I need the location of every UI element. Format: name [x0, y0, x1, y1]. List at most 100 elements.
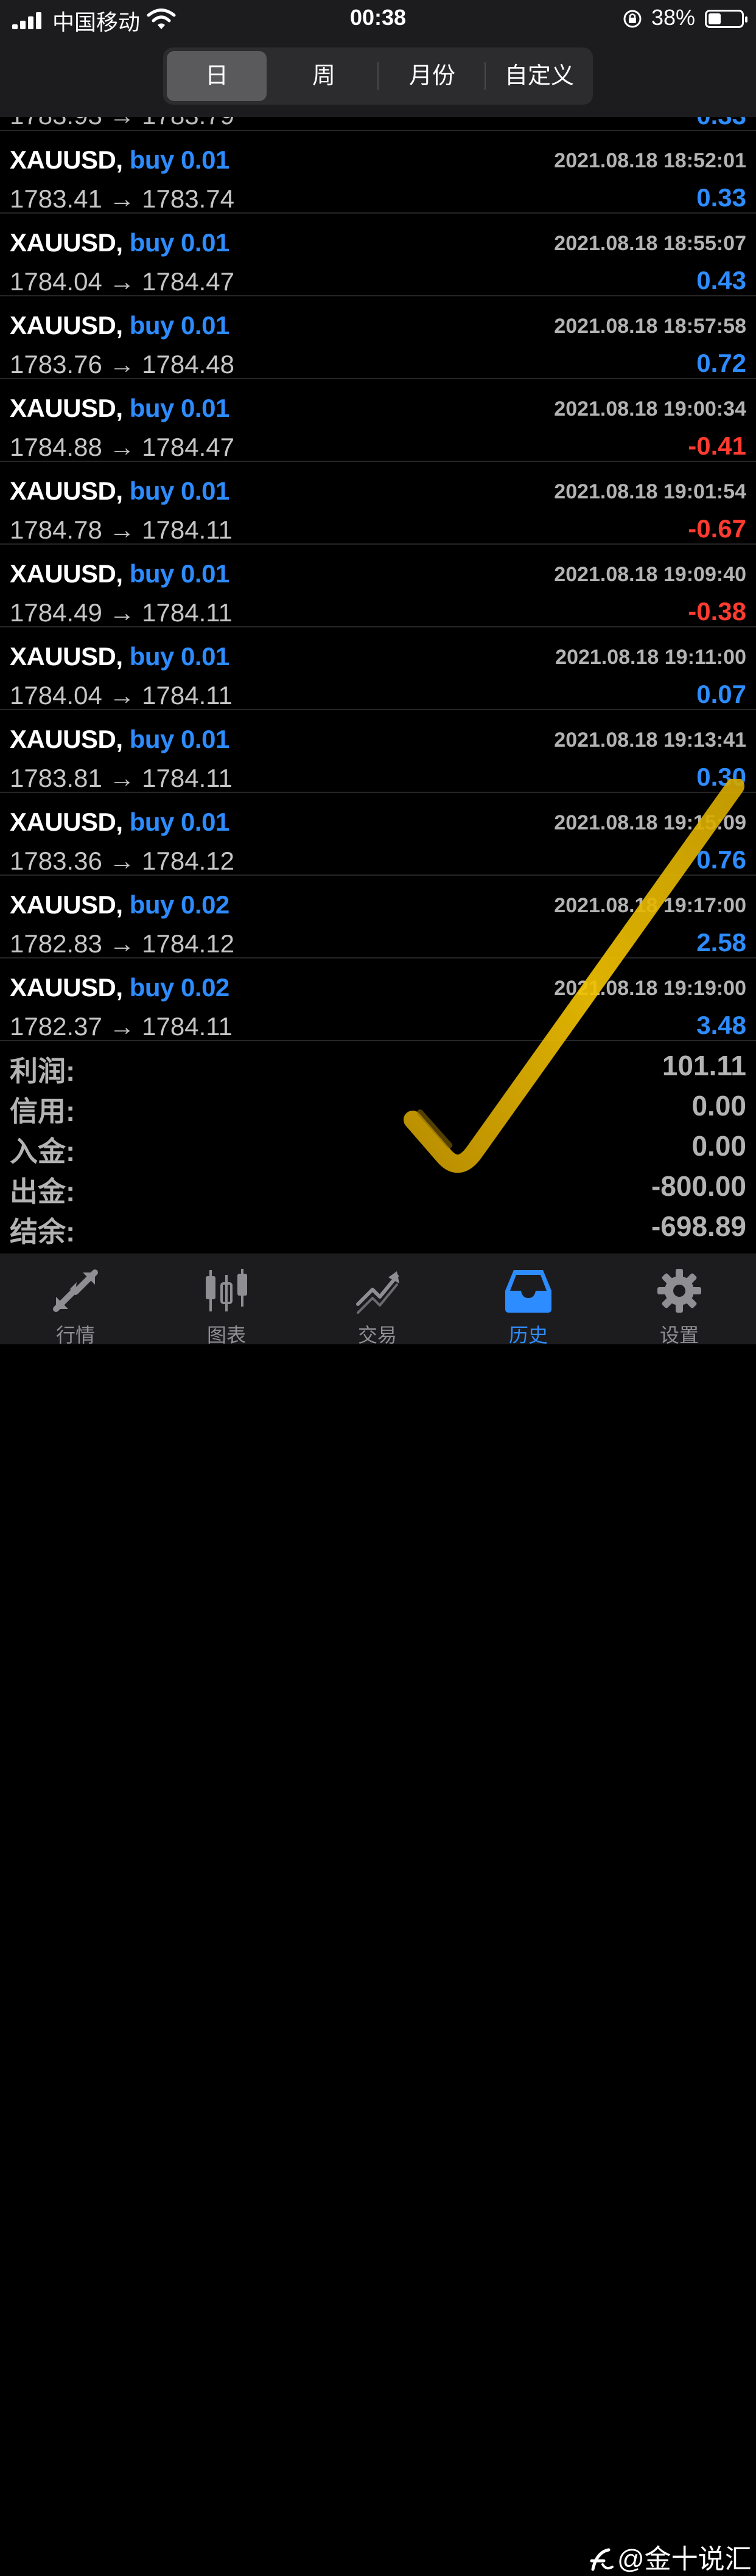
summary-value: -800.00 [651, 1170, 746, 1202]
summary-value: 0.00 [691, 1130, 746, 1162]
trade-side-volume: buy 0.02 [129, 973, 230, 1002]
trade-prices: 1784.88 → 1784.47 [10, 433, 234, 461]
symbol-name: XAUUSD, [10, 725, 123, 753]
trade-symbol: XAUUSD, buy 0.01 [10, 394, 229, 423]
trade-profit: 0.33 [696, 183, 746, 212]
segment-day[interactable]: 日 [167, 51, 267, 101]
trade-profit: 0.76 [696, 845, 746, 874]
tab-trade[interactable]: 交易 [302, 1254, 453, 1346]
table-row[interactable]: XAUUSD, buy 0.02 2021.08.18 19:17:00 1782.… [0, 876, 756, 958]
table-row[interactable]: XAUUSD, buy 0.01 2021.08.18 19:01:54 1784.… [0, 462, 756, 545]
summary-value: 101.11 [662, 1050, 746, 1081]
table-row[interactable]: XAUUSD, buy 0.01 2021.08.18 19:11:00 1784.… [0, 627, 756, 710]
table-row[interactable]: XAUUSD, buy 0.01 2021.08.18 18:55:07 1784.… [0, 214, 756, 296]
summary-label: 结余: [10, 1216, 75, 1248]
tab-settings[interactable]: 设置 [604, 1254, 755, 1346]
trade-profit: 2.58 [696, 928, 746, 957]
trade-prices: 1784.04 → 1784.47 [10, 267, 234, 296]
symbol-name: XAUUSD, [10, 145, 123, 174]
watermark: @金十说汇 [588, 2537, 752, 2576]
tab-quotes[interactable]: 行情 [0, 1254, 151, 1346]
summary-row: 结余: -698.89 [0, 1205, 756, 1248]
period-segmented-control: 日 周 月份 自定义 [163, 47, 593, 105]
trade-prices: 1783.41 → 1783.74 [10, 184, 234, 213]
trade-symbol: XAUUSD, buy 0.02 [10, 890, 229, 920]
trade-side-volume: buy 0.01 [129, 228, 230, 257]
table-row[interactable]: XAUUSD, buy 0.01 2021.08.18 19:09:40 1784.… [0, 545, 756, 627]
trade-side-volume: buy 0.01 [129, 725, 230, 753]
table-row[interactable]: XAUUSD, buy 0.01 2021.08.18 19:13:41 1783.… [0, 710, 756, 793]
summary-row: 入金: 0.00 [0, 1125, 756, 1167]
trade-prices: 1783.81 → 1784.11 [10, 764, 233, 792]
table-row[interactable]: XAUUSD, buy 0.01 2021.08.18 18:52:01 1783.… [0, 131, 756, 214]
trade-datetime: 2021.08.18 18:55:07 [554, 232, 746, 255]
summary-row: 出金: -800.00 [0, 1165, 756, 1207]
table-row[interactable]: XAUUSD, buy 0.01 2021.08.18 19:15:09 1783.… [0, 793, 756, 876]
segment-divider [377, 62, 379, 90]
summary-label: 利润: [10, 1055, 75, 1087]
trade-profit: 0.43 [696, 266, 746, 295]
trade-datetime: 2021.08.18 19:17:00 [554, 894, 746, 917]
candlestick-chart-icon [206, 1269, 247, 1311]
symbol-name: XAUUSD, [10, 476, 123, 505]
tab-history[interactable]: 历史 [453, 1254, 604, 1346]
table-row[interactable]: XAUUSD, buy 0.01 2021.08.18 19:00:34 1784.… [0, 379, 756, 462]
trade-datetime: 2021.08.18 19:01:54 [554, 480, 746, 503]
symbol-name: XAUUSD, [10, 559, 123, 588]
trade-profit: 0.07 [696, 680, 746, 708]
trade-prices: 1783.93 → 1783.79 [10, 117, 234, 130]
symbol-name: XAUUSD, [10, 808, 123, 836]
trade-datetime: 2021.08.18 18:52:01 [554, 149, 746, 172]
trade-symbol: XAUUSD, buy 0.01 [10, 725, 229, 754]
symbol-name: XAUUSD, [10, 311, 123, 340]
battery-icon [705, 10, 747, 28]
summary-label: 信用: [10, 1095, 75, 1127]
trade-datetime: 2021.08.18 19:09:40 [554, 563, 746, 586]
quotes-icon [53, 1269, 98, 1312]
summary-label: 出金: [10, 1176, 75, 1207]
rotation-lock-icon [623, 10, 642, 28]
header: 日 周 月份 自定义 [0, 39, 756, 117]
trade-datetime: 2021.08.18 19:19:00 [554, 977, 746, 1000]
trade-profit: -0.41 [688, 431, 746, 460]
trade-prices: 1782.37 → 1784.11 [10, 1012, 233, 1041]
trade-datetime: 2021.08.18 18:57:58 [554, 315, 746, 338]
trade-symbol: XAUUSD, buy 0.01 [10, 808, 229, 837]
summary-row: 信用: 0.00 [0, 1084, 756, 1127]
segment-week[interactable]: 周 [274, 51, 374, 101]
watermark-text: @金十说汇 [617, 2544, 752, 2574]
trade-profit: 3.48 [696, 1011, 746, 1039]
history-inbox-icon [505, 1270, 551, 1313]
table-row[interactable]: XAUUSD, buy 0.01 2021.08.18 18:57:58 1783.… [0, 296, 756, 379]
watermark-logo-icon [590, 2548, 614, 2571]
table-row[interactable]: XAUUSD, buy 0.02 2021.08.18 19:19:00 1782.… [0, 958, 756, 1041]
trade-prices: 1782.83 → 1784.12 [10, 929, 234, 958]
summary-value: -698.89 [651, 1210, 746, 1242]
segment-custom[interactable]: 自定义 [489, 51, 589, 101]
tab-chart[interactable]: 图表 [151, 1254, 302, 1346]
trade-history-list[interactable]: 1783.93 → 1783.79 0.33 XAUUSD, buy 0.01 2… [0, 117, 756, 1041]
gear-icon [657, 1269, 701, 1313]
trade-side-volume: buy 0.01 [129, 145, 230, 174]
battery-percent: 38% [651, 5, 695, 30]
summary-row: 利润: 101.11 [0, 1044, 756, 1087]
table-row-partial[interactable]: 1783.93 → 1783.79 0.33 [0, 117, 756, 131]
trade-side-volume: buy 0.01 [129, 476, 230, 505]
trade-profit: -0.38 [688, 597, 746, 626]
account-summary: 利润: 101.11 信用: 0.00 入金: 0.00 出金: -800.00 结余: -698… [0, 1044, 756, 1248]
tab-bar: 行情 图表 交易 历史 设置 @金十说汇 [0, 1254, 756, 2574]
trade-profit: 0.72 [696, 349, 746, 377]
tab-label: 历史 [508, 1324, 548, 1346]
symbol-name: XAUUSD, [10, 890, 123, 919]
trade-symbol: XAUUSD, buy 0.02 [10, 973, 229, 1002]
trade-profit: 0.33 [696, 117, 746, 130]
symbol-name: XAUUSD, [10, 973, 123, 1002]
tab-label: 图表 [206, 1324, 246, 1346]
tab-label: 行情 [55, 1324, 95, 1346]
summary-label: 入金: [10, 1136, 75, 1167]
trade-datetime: 2021.08.18 19:00:34 [554, 397, 746, 421]
summary-value: 0.00 [691, 1090, 746, 1122]
segment-month[interactable]: 月份 [382, 51, 482, 101]
trade-prices: 1783.36 → 1784.12 [10, 846, 234, 875]
trade-profit: -0.67 [688, 514, 746, 543]
